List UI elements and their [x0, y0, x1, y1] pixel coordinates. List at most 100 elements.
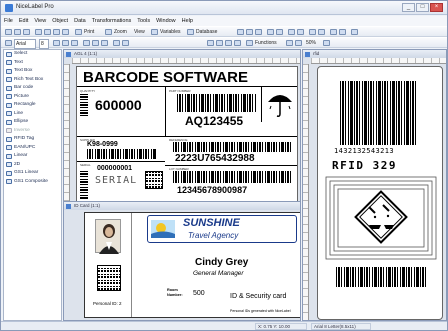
label-header[interactable]: BARCODE SOFTWARE — [83, 69, 248, 86]
menu-help[interactable]: Help — [179, 16, 196, 26]
menu-view[interactable]: View — [31, 16, 49, 26]
tool-ean-upc[interactable]: EAN/UPC — [4, 144, 61, 153]
print-icon[interactable] — [75, 29, 82, 35]
undo-icon[interactable] — [62, 29, 69, 35]
menu-transformations[interactable]: Transformations — [89, 16, 135, 26]
label-window-id-card[interactable]: ID Card (1:1) Personal ID: 2 SUNSHINE Tr… — [63, 201, 301, 321]
tool-text-box[interactable]: Text Box — [4, 67, 61, 76]
main-barcode[interactable] — [340, 81, 418, 145]
tool-rfid-tag[interactable]: RFID Tag — [4, 135, 61, 144]
id-card-canvas[interactable]: Personal ID: 2 SUNSHINE Travel Agency Ci… — [84, 212, 300, 318]
underline-icon[interactable] — [71, 40, 78, 46]
align-center-icon[interactable] — [246, 29, 253, 35]
help-icon[interactable] — [351, 29, 358, 35]
font-size-select[interactable]: 8 — [39, 39, 49, 49]
functions-button[interactable]: Functions — [255, 39, 277, 47]
room-value[interactable]: 500 — [193, 290, 205, 297]
zoom-value[interactable]: 50% — [306, 39, 316, 47]
zoom-icon[interactable] — [105, 29, 112, 35]
properties-icon[interactable] — [216, 40, 223, 46]
text-right-icon[interactable] — [101, 40, 108, 46]
zoom-in-icon[interactable] — [286, 40, 293, 46]
flip-icon[interactable] — [339, 29, 346, 35]
lot-barcode[interactable] — [173, 171, 291, 183]
view-button[interactable]: View — [134, 28, 145, 36]
menu-file[interactable]: File — [1, 16, 16, 26]
wizard-icon[interactable] — [225, 40, 232, 46]
align-right-icon[interactable] — [255, 29, 262, 35]
personal-id-text[interactable]: Personal ID: 2 — [93, 301, 122, 306]
group-icon[interactable] — [288, 29, 295, 35]
rotate-icon[interactable] — [330, 29, 337, 35]
bottom-barcode[interactable] — [336, 267, 426, 287]
serial-barcode[interactable] — [80, 171, 88, 199]
part-number-barcode[interactable] — [177, 94, 257, 112]
rfid-label-canvas[interactable]: 1432132543213 RFID 329 — [317, 66, 443, 320]
variables-icon[interactable] — [151, 29, 158, 35]
fit-page-icon[interactable] — [323, 40, 330, 46]
label-window-rfid[interactable]: rfid 1432132543213 RFID 329 — [302, 49, 447, 321]
id-2d-barcode[interactable] — [97, 265, 121, 291]
reference-barcode[interactable] — [173, 142, 291, 152]
zoom-out-icon[interactable] — [295, 40, 302, 46]
supplier-value[interactable]: K98-0999 — [87, 141, 118, 148]
tool-gs1-linear[interactable]: GS1 Linear — [4, 169, 61, 178]
tool-rectangle[interactable]: Rectangle — [4, 101, 61, 110]
minimize-button[interactable]: _ — [402, 3, 415, 12]
corrosive-hazard-icon[interactable] — [351, 187, 411, 247]
tool-ellipse[interactable]: Ellipse — [4, 118, 61, 127]
bring-front-icon[interactable] — [267, 29, 274, 35]
serial-outline-text[interactable]: SERIAL — [95, 175, 137, 186]
qr-code[interactable] — [145, 171, 163, 189]
print-button[interactable]: Print — [84, 28, 94, 36]
italic-icon[interactable] — [62, 40, 69, 46]
tool-inverse[interactable]: Inverse — [4, 127, 61, 136]
company-name[interactable]: SUNSHINE — [183, 217, 240, 229]
zoom-button[interactable]: Zoom — [114, 28, 127, 36]
send-back-icon[interactable] — [276, 29, 283, 35]
menu-object[interactable]: Object — [49, 16, 71, 26]
lock-icon[interactable] — [234, 40, 241, 46]
menu-data[interactable]: Data — [71, 16, 89, 26]
fill-icon[interactable] — [122, 40, 129, 46]
database-icon[interactable] — [187, 29, 194, 35]
person-role[interactable]: General Manager — [193, 270, 244, 277]
quantity-barcode[interactable] — [80, 94, 88, 116]
photo-image[interactable] — [95, 219, 121, 254]
tool-gs1-composite[interactable]: GS1 Composite — [4, 178, 61, 187]
cut-icon[interactable] — [35, 29, 42, 35]
menu-window[interactable]: Window — [153, 16, 179, 26]
font-name-select[interactable]: Arial — [14, 39, 36, 49]
lot-value[interactable]: 12345678900987 — [177, 185, 247, 195]
ungroup-icon[interactable] — [297, 29, 304, 35]
new-icon[interactable] — [5, 29, 12, 35]
paste-icon[interactable] — [53, 29, 60, 35]
supplier-barcode[interactable] — [87, 149, 157, 159]
color-icon[interactable] — [113, 40, 120, 46]
grid-icon[interactable] — [309, 29, 316, 35]
reference-value[interactable]: 2223U765432988 — [175, 153, 255, 164]
company-banner[interactable]: SUNSHINE Travel Agency — [147, 215, 297, 243]
menu-edit[interactable]: Edit — [16, 16, 31, 26]
label-window-barcode[interactable]: AGL 4 (1:1) BARCODE SOFTWARE QUANTITY 60… — [63, 49, 301, 209]
tool-line[interactable]: Line — [4, 110, 61, 119]
company-tagline[interactable]: Travel Agency — [188, 231, 238, 240]
snap-icon[interactable] — [318, 29, 325, 35]
rfid-label-text[interactable]: RFID 329 — [332, 159, 397, 172]
text-center-icon[interactable] — [92, 40, 99, 46]
label-canvas[interactable]: BARCODE SOFTWARE QUANTITY 600000 PART NU… — [76, 66, 298, 206]
text-left-icon[interactable] — [83, 40, 90, 46]
menu-tools[interactable]: Tools — [134, 16, 153, 26]
main-barcode-text[interactable]: 1432132543213 — [334, 147, 394, 155]
copy-icon[interactable] — [44, 29, 51, 35]
card-type-text[interactable]: ID & Security card — [230, 293, 286, 300]
tool-picture[interactable]: Picture — [4, 93, 61, 102]
open-icon[interactable] — [14, 29, 21, 35]
part-number-value[interactable]: AQ123455 — [185, 114, 243, 128]
tool-2d[interactable]: 2D — [4, 161, 61, 170]
person-name[interactable]: Cindy Grey — [195, 257, 248, 268]
bold-icon[interactable] — [53, 40, 60, 46]
tool-linear[interactable]: Linear — [4, 152, 61, 161]
functions-icon[interactable] — [246, 40, 253, 46]
tool-text[interactable]: Text — [4, 59, 61, 68]
